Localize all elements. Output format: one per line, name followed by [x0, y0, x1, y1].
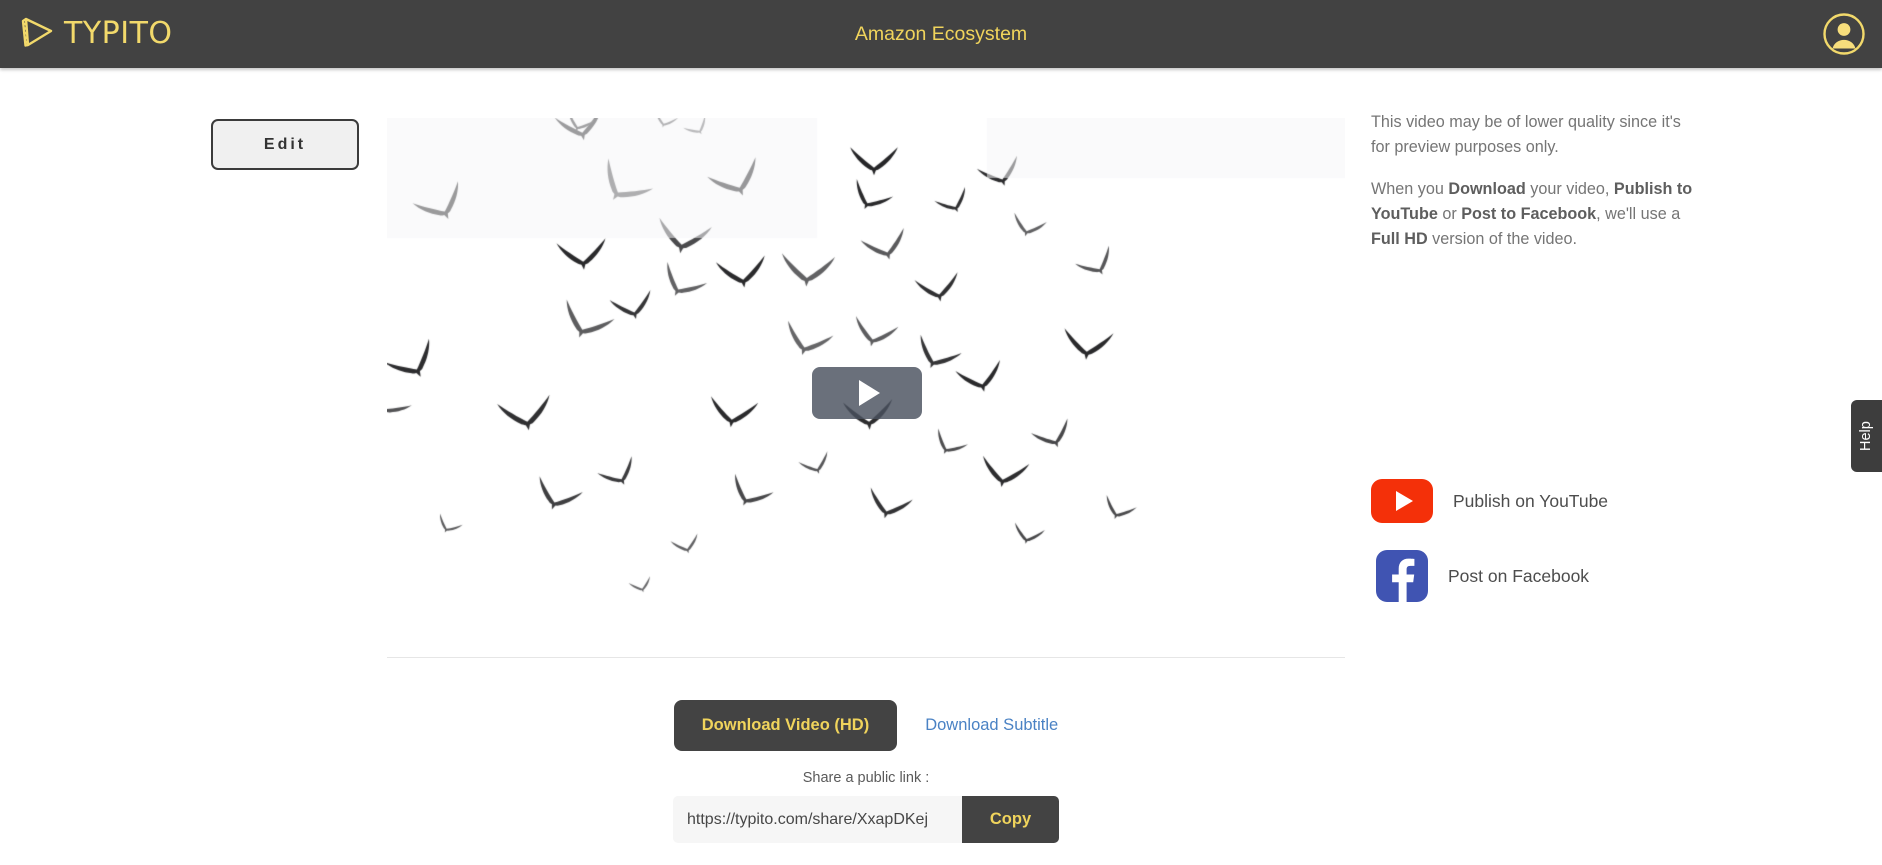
notice-text: your video, [1525, 180, 1614, 198]
help-tab-button[interactable]: Help [1851, 400, 1882, 472]
notice-bold-download: Download [1448, 180, 1526, 198]
play-triangle-icon [859, 380, 880, 406]
copy-link-button[interactable]: Copy [962, 796, 1059, 843]
social-share-actions: Publish on YouTube Post on Facebook [1371, 478, 1771, 628]
divider [387, 657, 1345, 658]
download-subtitle-link[interactable]: Download Subtitle [925, 716, 1058, 735]
help-tab-label: Help [1858, 421, 1874, 451]
typito-film-play-icon [18, 12, 58, 57]
notice-bold-facebook: Post to Facebook [1461, 205, 1597, 223]
publish-on-youtube-label: Publish on YouTube [1453, 490, 1609, 511]
notice-paragraph-quality: This video may be of lower quality since… [1371, 113, 1681, 156]
post-on-facebook-button[interactable]: Post on Facebook [1371, 550, 1771, 602]
app-header: TYPITO Amazon Ecosystem [0, 0, 1882, 68]
play-button[interactable] [812, 367, 922, 419]
share-url-input[interactable] [673, 796, 962, 843]
notice-bold-fullhd: Full HD [1371, 230, 1428, 248]
brand-logo[interactable]: TYPITO [18, 8, 173, 60]
user-avatar-icon[interactable] [1822, 12, 1866, 56]
notice-text: When you [1371, 180, 1449, 198]
notice-paragraph-fullhd: When you Download your video, Publish to… [1371, 177, 1701, 252]
download-actions-row: Download Video (HD) Download Subtitle [387, 697, 1345, 753]
notice-text: version of the video. [1427, 230, 1578, 248]
post-on-facebook-label: Post on Facebook [1448, 565, 1590, 586]
notice-text: , we'll use a [1596, 205, 1681, 223]
edit-button[interactable]: Edit [211, 119, 359, 170]
download-video-button[interactable]: Download Video (HD) [673, 699, 898, 751]
notice-text: or [1437, 205, 1462, 223]
share-link-label: Share a public link : [802, 770, 930, 786]
youtube-icon [1371, 479, 1433, 523]
facebook-icon [1376, 550, 1428, 602]
quality-notice-panel: This video may be of lower quality since… [1371, 110, 1701, 269]
share-link-control: Copy [673, 796, 1059, 843]
page-title: Amazon Ecosystem [854, 23, 1028, 45]
share-link-section: Share a public link : Copy [387, 770, 1345, 843]
brand-wordmark: TYPITO [64, 16, 173, 51]
publish-on-youtube-button[interactable]: Publish on YouTube [1371, 478, 1771, 524]
